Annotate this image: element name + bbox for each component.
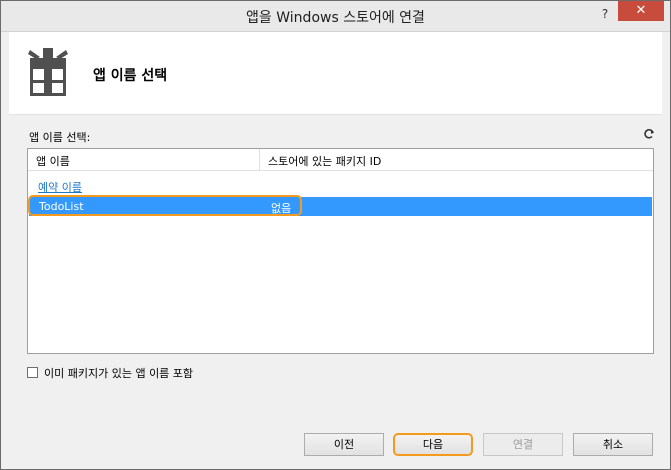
list-header: 앱 이름 스토어에 있는 패키지 ID (28, 149, 653, 171)
gift-box-icon (28, 48, 68, 96)
app-name-label: 앱 이름 선택: (29, 131, 91, 144)
cancel-button[interactable]: 취소 (573, 433, 653, 456)
reserve-name-link[interactable]: 예약 이름 (38, 179, 82, 195)
column-header-package-id[interactable]: 스토어에 있는 패키지 ID (268, 153, 381, 169)
close-button[interactable]: ✕ (618, 1, 664, 21)
help-button[interactable]: ? (598, 7, 612, 21)
include-existing-checkbox[interactable] (27, 367, 38, 378)
connect-button[interactable]: 연결 (483, 433, 563, 456)
window-title: 앱을 Windows 스토어에 연결 (246, 10, 425, 26)
include-existing-label[interactable]: 이미 패키지가 있는 앱 이름 포함 (44, 365, 193, 381)
next-button[interactable]: 다음 (393, 433, 473, 456)
row-package-id: 없음 (271, 202, 292, 215)
page-title: 앱 이름 선택 (93, 68, 168, 84)
previous-button[interactable]: 이전 (304, 433, 384, 456)
title-bar: 앱을 Windows 스토어에 연결 ? ✕ (1, 1, 670, 32)
refresh-icon[interactable] (643, 128, 655, 140)
table-row[interactable]: TodoList 없음 (29, 197, 652, 216)
header-panel: 앱 이름 선택 (9, 32, 662, 115)
app-name-list[interactable]: 앱 이름 스토어에 있는 패키지 ID 예약 이름 TodoList 없음 (27, 148, 654, 354)
row-app-name: TodoList (39, 200, 84, 213)
dialog-window: 앱을 Windows 스토어에 연결 ? ✕ 앱 이름 선택 앱 이름 선택: (0, 0, 671, 470)
column-divider[interactable] (259, 149, 260, 170)
column-header-app-name[interactable]: 앱 이름 (36, 153, 70, 169)
